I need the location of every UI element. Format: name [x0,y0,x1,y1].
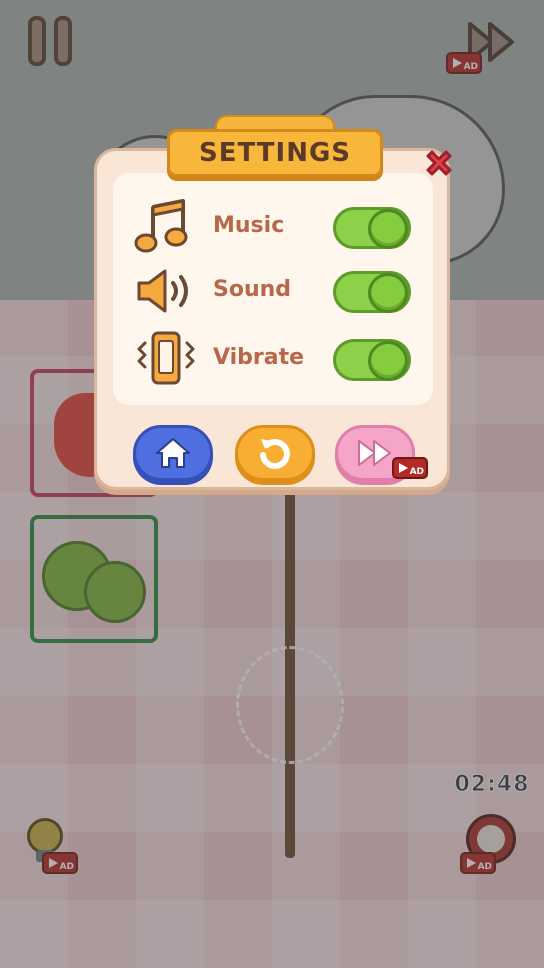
banner-main: SETTINGS [167,129,383,177]
toggle-knob [368,341,408,381]
sound-toggle[interactable] [333,271,411,313]
vibrate-phone-icon [133,331,199,387]
vibrate-label: Vibrate [213,345,305,370]
settings-title-banner: SETTINGS [167,115,383,183]
play-icon [399,463,408,473]
toggle-knob [368,273,408,313]
toggle-knob [368,209,408,249]
vibrate-toggle[interactable] [333,339,411,381]
restart-button[interactable] [235,425,315,481]
settings-row-sound: Sound [133,263,413,319]
sound-label: Sound [213,277,292,302]
music-label: Music [213,213,285,238]
settings-row-vibrate: Vibrate [133,331,413,387]
speaker-icon [133,263,199,319]
music-toggle[interactable] [333,207,411,249]
ad-label: AD [409,467,424,477]
settings-row-music: Music [133,199,413,255]
settings-dialog: SETTINGS Music Sound Vibrate AD [94,115,452,490]
home-icon [156,438,190,468]
music-note-icon [133,199,199,255]
ad-badge: AD [392,457,428,479]
close-icon [426,150,452,176]
fast-forward-icon [358,440,391,466]
close-button[interactable] [419,143,459,183]
restart-icon [260,438,290,469]
home-button[interactable] [133,425,213,481]
dialog-title: SETTINGS [198,138,352,168]
